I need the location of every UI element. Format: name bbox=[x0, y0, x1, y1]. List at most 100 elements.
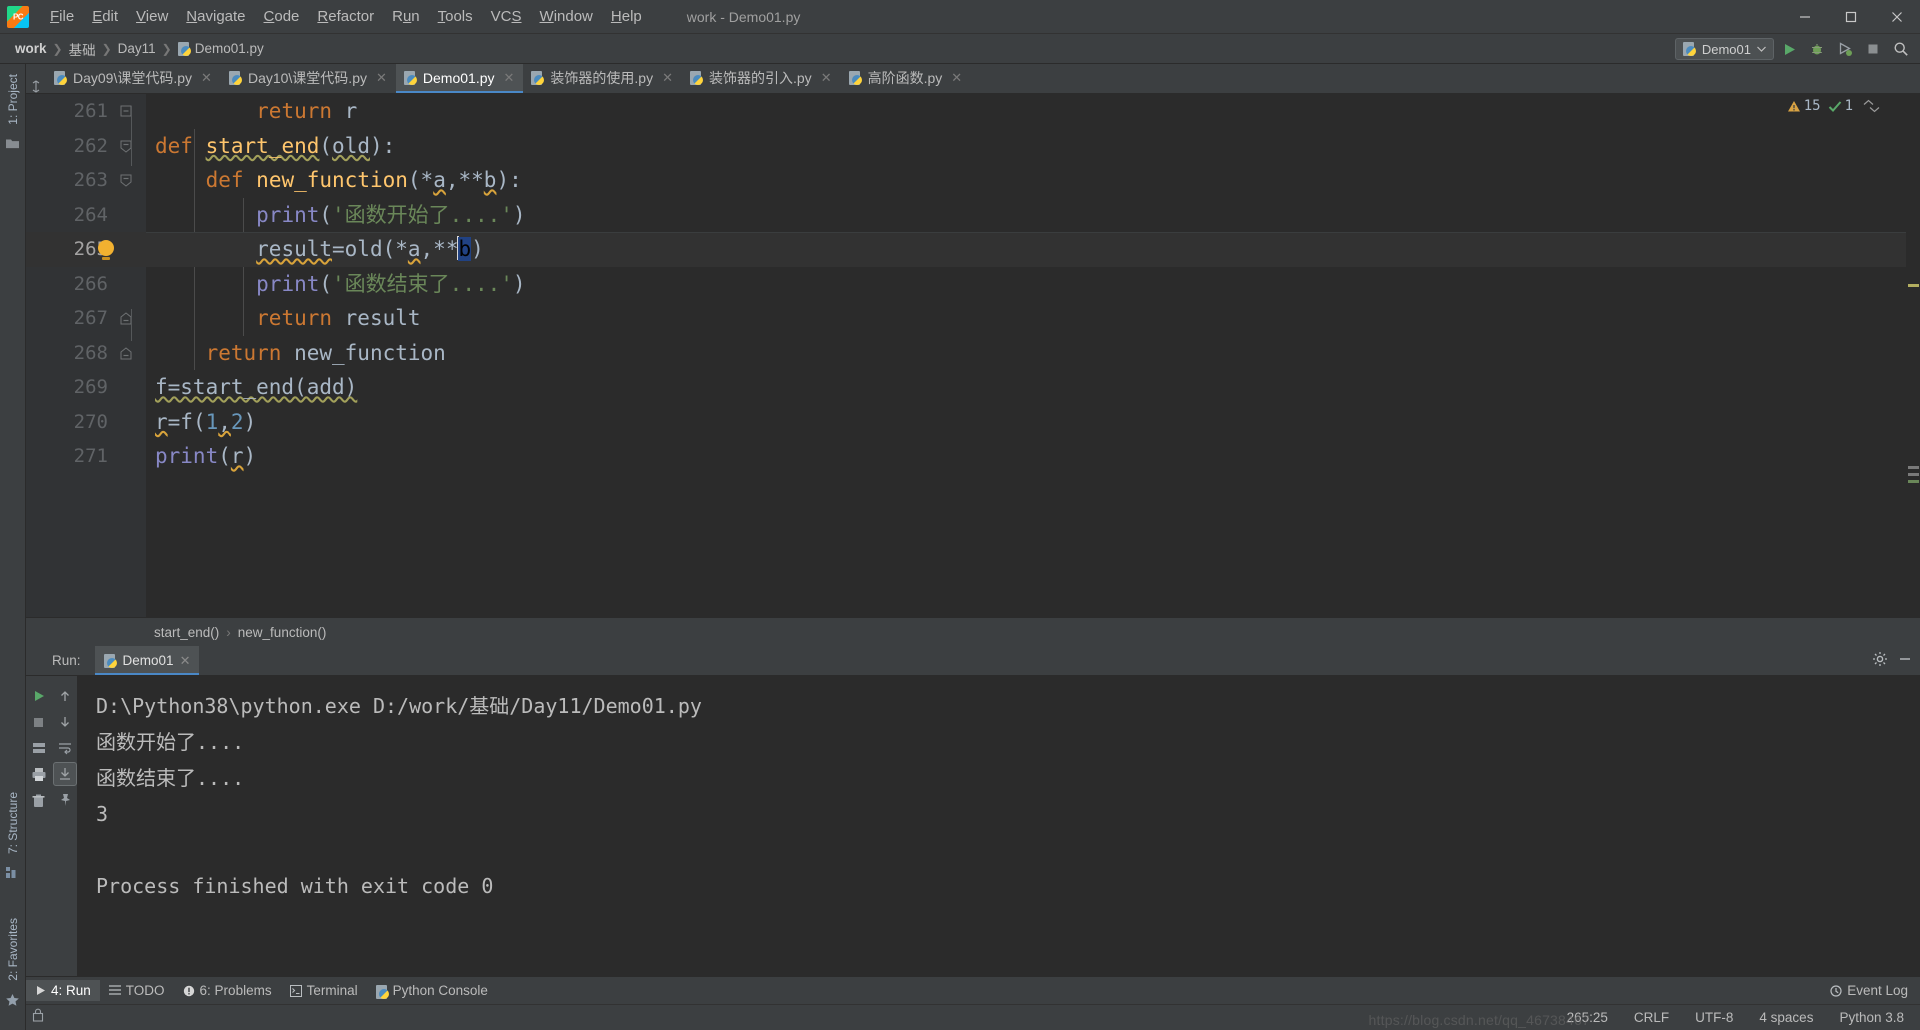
use-soft-wraps-icon[interactable] bbox=[53, 736, 77, 760]
breadcrumb-jichu[interactable]: 基础 bbox=[64, 37, 101, 61]
menu-vcs[interactable]: VCS bbox=[482, 4, 531, 30]
menu-refactor[interactable]: Refactor bbox=[308, 4, 383, 30]
code-line-263[interactable]: def new_function(*a,**b): bbox=[146, 163, 1906, 198]
lock-icon[interactable] bbox=[32, 1008, 44, 1027]
sidebar-item-structure[interactable]: 7: Structure bbox=[6, 786, 20, 860]
line-separator[interactable]: CRLF bbox=[1628, 1007, 1675, 1028]
sidebar-item-favorites[interactable]: 2: Favorites bbox=[6, 912, 20, 987]
close-icon[interactable]: ✕ bbox=[201, 70, 212, 86]
intention-bulb-icon[interactable] bbox=[98, 240, 114, 260]
run-with-coverage-icon[interactable] bbox=[1832, 37, 1858, 61]
check-count[interactable]: 1 bbox=[1828, 98, 1853, 114]
warning-count[interactable]: 15 bbox=[1787, 98, 1821, 114]
scroll-to-end-icon[interactable] bbox=[52, 762, 77, 786]
status-tab-python-console[interactable]: Python Console bbox=[367, 980, 497, 1001]
status-tab-run[interactable]: 4: Run bbox=[26, 980, 100, 1001]
tab-zhuangshiqi-shiyong[interactable]: 装饰器的使用.py ✕ bbox=[523, 64, 682, 93]
console-output[interactable]: D:\Python38\python.exe D:/work/基础/Day11/… bbox=[78, 676, 1920, 976]
maximize-icon[interactable] bbox=[1828, 0, 1874, 34]
sidebar-item-project[interactable]: 1: Project bbox=[6, 68, 20, 131]
run-configuration-selector[interactable]: Demo01 bbox=[1674, 38, 1774, 60]
breadcrumb-day11[interactable]: Day11 bbox=[113, 39, 161, 58]
inspection-widget[interactable]: 15 1 bbox=[1787, 98, 1880, 114]
stop-icon[interactable] bbox=[27, 710, 51, 734]
breadcrumb-new-function[interactable]: new_function() bbox=[238, 625, 327, 640]
close-icon[interactable]: ✕ bbox=[951, 70, 962, 86]
scroll-up-icon[interactable] bbox=[53, 684, 77, 708]
file-encoding[interactable]: UTF-8 bbox=[1689, 1007, 1739, 1028]
tab-demo01[interactable]: Demo01.py ✕ bbox=[395, 64, 524, 93]
search-icon[interactable] bbox=[1888, 37, 1914, 61]
marker-change[interactable] bbox=[1908, 473, 1919, 476]
breadcrumb-demo01[interactable]: Demo01.py bbox=[173, 39, 269, 58]
menu-run[interactable]: Run bbox=[383, 4, 429, 30]
code-line-264[interactable]: print('函数开始了....') bbox=[146, 198, 1906, 233]
fold-marker-263[interactable] bbox=[120, 163, 132, 198]
code-line-270[interactable]: r=f(1,2) bbox=[146, 405, 1906, 440]
run-icon[interactable] bbox=[1776, 37, 1802, 61]
scroll-down-icon[interactable] bbox=[53, 710, 77, 734]
editor-gutter[interactable]: 261 262 263 264 265 266 267 268 269 270 … bbox=[26, 94, 146, 617]
pin-icon[interactable] bbox=[53, 788, 77, 812]
code-line-261[interactable]: return r bbox=[146, 94, 1906, 129]
marker-change[interactable] bbox=[1908, 466, 1919, 469]
code-line-269[interactable]: f=start_end(add) bbox=[146, 370, 1906, 405]
run-tab-demo01[interactable]: Demo01 ✕ bbox=[94, 646, 200, 675]
event-log[interactable]: Event Log bbox=[1824, 980, 1914, 1001]
breadcrumb-start-end[interactable]: start_end() bbox=[154, 625, 219, 640]
soft-wrap-icon[interactable] bbox=[27, 736, 51, 760]
close-icon[interactable]: ✕ bbox=[662, 70, 673, 86]
tab-day10[interactable]: Day10\课堂代码.py ✕ bbox=[221, 64, 396, 93]
menu-file[interactable]: File bbox=[41, 4, 83, 30]
status-tab-todo[interactable]: TODO bbox=[100, 980, 174, 1001]
tab-day09[interactable]: Day09\课堂代码.py ✕ bbox=[46, 64, 221, 93]
structure-icon[interactable] bbox=[5, 866, 20, 884]
window-title: work - Demo01.py bbox=[686, 8, 801, 25]
minimize-icon[interactable] bbox=[1782, 0, 1828, 34]
menu-edit[interactable]: Edit bbox=[83, 4, 127, 30]
code-line-265[interactable]: result=old(*a,**b) bbox=[146, 232, 1906, 267]
trash-icon[interactable] bbox=[27, 788, 51, 812]
star-icon[interactable] bbox=[5, 993, 20, 1012]
menu-help[interactable]: Help bbox=[602, 4, 651, 30]
code-line-271[interactable]: print(r) bbox=[146, 439, 1906, 474]
editor-marker-bar[interactable] bbox=[1906, 94, 1920, 617]
close-icon[interactable]: ✕ bbox=[376, 70, 387, 86]
code-editor[interactable]: 261 262 263 264 265 266 267 268 269 270 … bbox=[26, 94, 1920, 617]
caret-position[interactable]: 265:25 bbox=[1561, 1007, 1614, 1028]
tab-list-icon[interactable] bbox=[26, 80, 46, 93]
code-line-262[interactable]: def start_end(old): bbox=[146, 129, 1906, 164]
close-icon[interactable]: ✕ bbox=[821, 70, 832, 86]
close-icon[interactable]: ✕ bbox=[180, 653, 191, 669]
marker-warning[interactable] bbox=[1908, 284, 1919, 287]
breadcrumb-work[interactable]: work bbox=[10, 39, 52, 58]
status-tab-terminal[interactable]: Terminal bbox=[281, 980, 367, 1001]
tab-label: 高阶函数.py bbox=[867, 70, 943, 86]
inspection-nav[interactable] bbox=[1863, 99, 1880, 113]
print-icon[interactable] bbox=[27, 762, 51, 786]
folder-icon[interactable] bbox=[5, 137, 20, 155]
menu-tools[interactable]: Tools bbox=[429, 4, 482, 30]
marker-change[interactable] bbox=[1908, 480, 1919, 483]
menu-code[interactable]: Code bbox=[255, 4, 309, 30]
code-line-268[interactable]: return new_function bbox=[146, 336, 1906, 371]
close-icon[interactable] bbox=[1874, 0, 1920, 34]
gear-icon[interactable] bbox=[1872, 651, 1888, 672]
project-breadcrumb: work ❯ 基础 ❯ Day11 ❯ Demo01.py bbox=[10, 37, 269, 61]
menu-view[interactable]: View bbox=[127, 4, 177, 30]
status-tab-problems[interactable]: 6: Problems bbox=[174, 980, 281, 1001]
interpreter[interactable]: Python 3.8 bbox=[1833, 1007, 1910, 1028]
rerun-icon[interactable] bbox=[27, 684, 51, 708]
stop-icon[interactable] bbox=[1860, 37, 1886, 61]
code-line-267[interactable]: return result bbox=[146, 301, 1906, 336]
code-text-area[interactable]: return r def start_end(old): def new_fun… bbox=[146, 94, 1906, 617]
close-icon[interactable]: ✕ bbox=[504, 70, 515, 86]
tab-zhuangshiqi-yinru[interactable]: 装饰器的引入.py ✕ bbox=[682, 64, 841, 93]
minimize-panel-icon[interactable] bbox=[1898, 652, 1912, 671]
tab-gaojie-hanshu[interactable]: 高阶函数.py ✕ bbox=[841, 64, 972, 93]
indent-setting[interactable]: 4 spaces bbox=[1753, 1007, 1819, 1028]
debug-icon[interactable] bbox=[1804, 37, 1830, 61]
menu-navigate[interactable]: Navigate bbox=[177, 4, 254, 30]
menu-window[interactable]: Window bbox=[531, 4, 602, 30]
code-line-266[interactable]: print('函数结束了....') bbox=[146, 267, 1906, 302]
